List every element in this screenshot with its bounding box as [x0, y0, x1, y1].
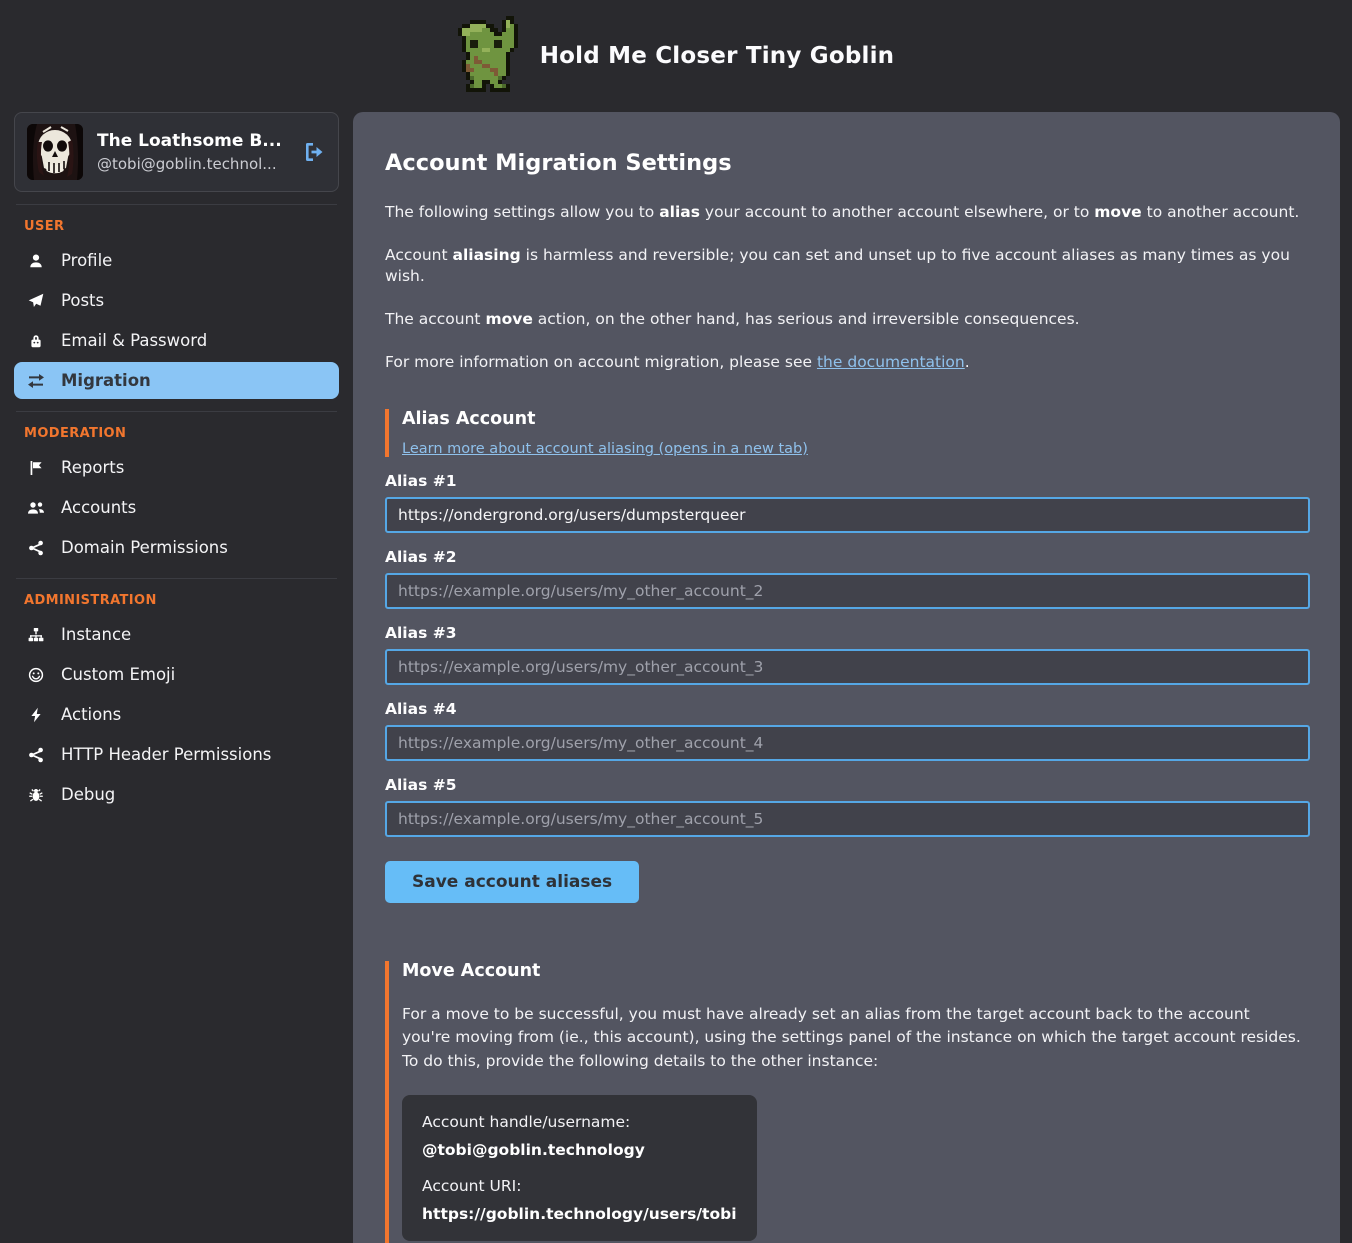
- users-icon: [26, 500, 46, 516]
- transfer-arrows-icon: [26, 373, 46, 389]
- intro-bold: alias: [659, 203, 700, 221]
- user-names: The Loathsome B... @tobi@goblin.technol.…: [97, 131, 286, 173]
- user-icon: [26, 253, 46, 269]
- intro-text: your account to another account elsewher…: [700, 203, 1094, 221]
- intro-text: For more information on account migratio…: [385, 353, 817, 371]
- intro-bold: move: [485, 310, 532, 328]
- sidebar-item-actions[interactable]: Actions: [14, 696, 339, 733]
- intro-text: The following settings allow you to: [385, 203, 659, 221]
- sidebar-item-custom-emoji[interactable]: Custom Emoji: [14, 656, 339, 693]
- account-details-box: Account handle/username: @tobi@goblin.te…: [402, 1095, 757, 1241]
- alias-section-header: Alias Account Learn more about account a…: [385, 409, 1310, 457]
- account-handle-value: @tobi@goblin.technology: [422, 1141, 737, 1159]
- flag-icon: [26, 460, 46, 476]
- alias-1-label: Alias #1: [385, 472, 1310, 490]
- share-nodes-icon: [26, 540, 46, 556]
- intro-paragraph: The following settings allow you to alia…: [385, 202, 1310, 223]
- goblin-logo-icon: [458, 16, 522, 96]
- sidebar-item-label: Profile: [61, 251, 112, 270]
- alias-2-label: Alias #2: [385, 548, 1310, 566]
- sidebar-item-label: Accounts: [61, 498, 136, 517]
- sidebar-item-label: Domain Permissions: [61, 538, 228, 557]
- alias-1-input[interactable]: [385, 497, 1310, 533]
- category-administration: ADMINISTRATION: [24, 593, 339, 608]
- save-account-aliases-button[interactable]: Save account aliases: [385, 861, 639, 903]
- logout-icon[interactable]: [300, 139, 326, 165]
- sidebar-item-label: Custom Emoji: [61, 665, 175, 684]
- sidebar-item-label: Debug: [61, 785, 115, 804]
- app-title: Hold Me Closer Tiny Goblin: [540, 43, 895, 69]
- move-heading: Move Account: [402, 961, 1310, 981]
- alias-5-input[interactable]: [385, 801, 1310, 837]
- alias-learn-more-link[interactable]: Learn more about account aliasing (opens…: [402, 441, 808, 457]
- sidebar-item-email-password[interactable]: Email & Password: [14, 322, 339, 359]
- account-uri-label: Account URI:: [422, 1177, 737, 1195]
- alias-4-input[interactable]: [385, 725, 1310, 761]
- move-form: Move Account For a move to be successful…: [385, 961, 1310, 1243]
- documentation-link[interactable]: the documentation: [817, 353, 965, 371]
- sidebar-divider: [16, 411, 337, 412]
- sidebar-item-domain-permissions[interactable]: Domain Permissions: [14, 529, 339, 566]
- move-section-header: Move Account For a move to be successful…: [385, 961, 1310, 1243]
- sidebar-item-debug[interactable]: Debug: [14, 776, 339, 813]
- sidebar-item-profile[interactable]: Profile: [14, 242, 339, 279]
- user-card[interactable]: The Loathsome B... @tobi@goblin.technol.…: [14, 112, 339, 192]
- sitemap-icon: [26, 627, 46, 643]
- sidebar-item-accounts[interactable]: Accounts: [14, 489, 339, 526]
- alias-heading: Alias Account: [402, 409, 1310, 429]
- intro-text: is harmless and reversible; you can set …: [385, 246, 1290, 285]
- sidebar-item-label: Email & Password: [61, 331, 207, 350]
- intro-text: The account: [385, 310, 485, 328]
- alias-3-label: Alias #3: [385, 624, 1310, 642]
- sidebar: The Loathsome B... @tobi@goblin.technol.…: [0, 112, 353, 1243]
- intro-text: .: [965, 353, 970, 371]
- bolt-icon: [26, 707, 46, 723]
- sidebar-item-label: Reports: [61, 458, 124, 477]
- page-title: Account Migration Settings: [385, 150, 1310, 176]
- user-handle: @tobi@goblin.technol...: [97, 155, 286, 173]
- alias-5-label: Alias #5: [385, 776, 1310, 794]
- sidebar-item-label: HTTP Header Permissions: [61, 745, 271, 764]
- sidebar-item-label: Posts: [61, 291, 104, 310]
- lock-icon: [26, 333, 46, 349]
- intro-bold: move: [1094, 203, 1141, 221]
- user-display-name: The Loathsome B...: [97, 131, 286, 151]
- intro-text: action, on the other hand, has serious a…: [533, 310, 1080, 328]
- intro-paragraph: The account move action, on the other ha…: [385, 309, 1310, 330]
- alias-4-label: Alias #4: [385, 700, 1310, 718]
- move-description: For a move to be successful, you must ha…: [402, 1003, 1302, 1074]
- paper-plane-icon: [26, 293, 46, 309]
- sidebar-item-label: Migration: [61, 371, 151, 390]
- sidebar-item-http-header-permissions[interactable]: HTTP Header Permissions: [14, 736, 339, 773]
- sidebar-item-label: Actions: [61, 705, 121, 724]
- sidebar-item-label: Instance: [61, 625, 131, 644]
- sidebar-divider: [16, 578, 337, 579]
- share-nodes-icon: [26, 747, 46, 763]
- alias-form: Alias Account Learn more about account a…: [385, 409, 1310, 925]
- alias-3-input[interactable]: [385, 649, 1310, 685]
- intro-text: to another account.: [1142, 203, 1300, 221]
- sidebar-divider: [16, 204, 337, 205]
- intro-paragraph: Account aliasing is harmless and reversi…: [385, 245, 1310, 287]
- app-header: Hold Me Closer Tiny Goblin: [0, 0, 1352, 112]
- category-moderation: MODERATION: [24, 426, 339, 441]
- account-handle-label: Account handle/username:: [422, 1113, 737, 1131]
- intro-text: Account: [385, 246, 453, 264]
- category-user: USER: [24, 219, 339, 234]
- intro-paragraph: For more information on account migratio…: [385, 352, 1310, 373]
- sidebar-item-instance[interactable]: Instance: [14, 616, 339, 653]
- sidebar-item-posts[interactable]: Posts: [14, 282, 339, 319]
- smiley-icon: [26, 667, 46, 683]
- main-panel: Account Migration Settings The following…: [353, 112, 1340, 1243]
- intro-bold: aliasing: [453, 246, 521, 264]
- sidebar-item-migration[interactable]: Migration: [14, 362, 339, 399]
- alias-2-input[interactable]: [385, 573, 1310, 609]
- bug-icon: [26, 787, 46, 803]
- account-uri-value: https://goblin.technology/users/tobi: [422, 1205, 737, 1223]
- avatar: [27, 124, 83, 180]
- sidebar-item-reports[interactable]: Reports: [14, 449, 339, 486]
